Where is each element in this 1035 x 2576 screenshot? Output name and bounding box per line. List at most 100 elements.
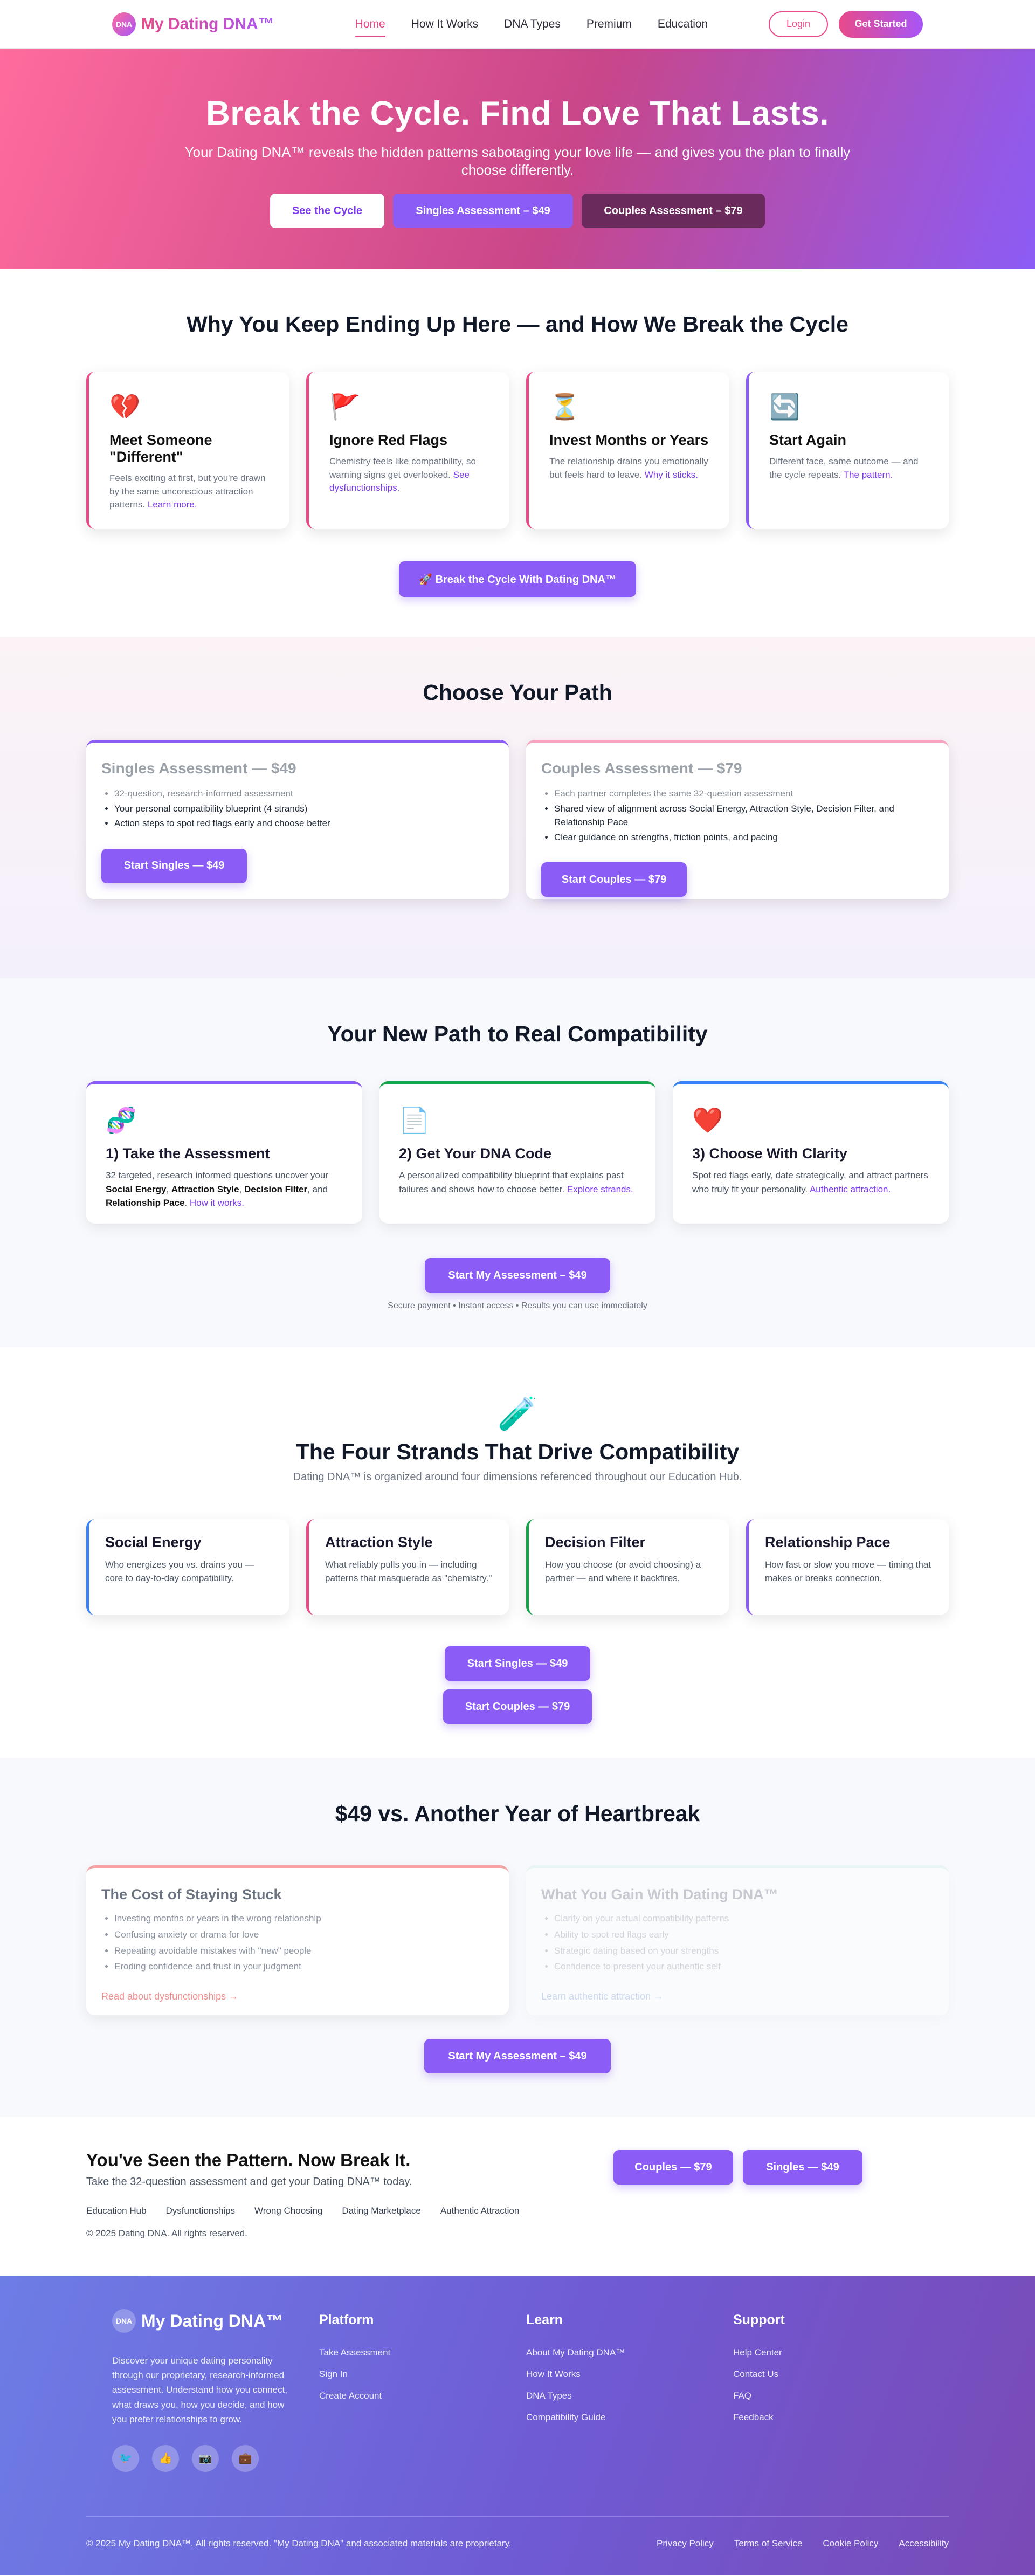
start-couples-button[interactable]: Start Couples — $79 (443, 1689, 592, 1724)
couples-assessment-button[interactable]: Couples Assessment – $79 (582, 194, 765, 228)
footer-link-create-account[interactable]: Create Account (319, 2390, 526, 2401)
newpath-cta-wrap: Start My Assessment – $49 Secure payment… (0, 1258, 1035, 1311)
footer-link-dna-types[interactable]: DNA Types (526, 2390, 733, 2401)
list-item: Action steps to spot red flags early and… (114, 816, 494, 830)
nav-link-education[interactable]: Education (658, 10, 708, 38)
explore-strands-link[interactable]: Explore strands. (567, 1184, 633, 1194)
start-singles-button[interactable]: Start Singles — $49 (445, 1646, 590, 1681)
start-assessment-button[interactable]: Start My Assessment – $49 (424, 2039, 611, 2073)
final-cta-section: You've Seen the Pattern. Now Break It. T… (0, 2117, 1035, 2276)
new-path-section: Your New Path to Real Compatibility 🧬 1)… (0, 978, 1035, 1347)
cookie-policy-link[interactable]: Cookie Policy (823, 2538, 878, 2549)
footer-link-about[interactable]: About My Dating DNA™ (526, 2347, 733, 2358)
repeat-icon: 🔄 (769, 393, 801, 421)
footer-col-title: Learn (526, 2312, 563, 2327)
choose-path-section: Choose Your Path Singles Assessment — $4… (0, 637, 1035, 978)
link-authentic-attraction[interactable]: Authentic Attraction (440, 2206, 519, 2216)
cycle-cta-wrap: 🚀 Break the Cycle With Dating DNA™ (0, 561, 1035, 597)
footer-platform-column: Platform Take Assessment Sign In Create … (319, 2309, 526, 2472)
login-button[interactable]: Login (769, 11, 828, 37)
step-title: 1) Take the Assessment (106, 1145, 270, 1162)
final-cta-buttons: Couples — $79 Singles — $49 (613, 2150, 862, 2188)
link-education-hub[interactable]: Education Hub (86, 2206, 147, 2216)
why-it-sticks-link[interactable]: Why it sticks. (645, 470, 698, 480)
singles-assessment-button[interactable]: Singles Assessment – $49 (393, 194, 573, 228)
accessibility-link[interactable]: Accessibility (899, 2538, 949, 2549)
list-item: Investing months or years in the wrong r… (114, 1911, 494, 1927)
hero-title: Break the Cycle. Find Love That Lasts. (206, 95, 829, 132)
footer-link-help-center[interactable]: Help Center (733, 2347, 940, 2358)
footer-link-compatibility-guide[interactable]: Compatibility Guide (526, 2412, 733, 2423)
strand-social-energy: Social Energy (106, 1184, 167, 1194)
the-pattern-link[interactable]: The pattern. (844, 470, 893, 480)
list-item: Your personal compatibility blueprint (4… (114, 802, 494, 816)
nav-actions: Login Get Started (769, 10, 923, 38)
start-couples-button[interactable]: Start Couples — $79 (541, 862, 687, 897)
dna-icon: 🧬 (106, 1106, 137, 1134)
nav-link-home[interactable]: Home (355, 10, 385, 38)
footer-link-sign-in[interactable]: Sign In (319, 2369, 526, 2380)
learn-more-link[interactable]: Learn more. (148, 499, 197, 510)
strand-card-social-energy: Social Energy Who energizes you vs. drai… (86, 1519, 289, 1615)
document-icon: 📄 (399, 1106, 430, 1134)
step-card-assessment: 🧬 1) Take the Assessment 32 targeted, re… (86, 1081, 362, 1224)
instagram-icon[interactable]: 📷 (192, 2444, 219, 2472)
see-cycle-button[interactable]: See the Cycle (270, 194, 384, 228)
step-body: 32 targeted, research informed questions… (106, 1170, 328, 1180)
link-dysfunctionships[interactable]: Dysfunctionships (166, 2206, 236, 2216)
brand-name: My Dating DNA™ (141, 15, 274, 33)
how-it-works-link[interactable]: How it works. (190, 1198, 244, 1208)
footer-link-take-assessment[interactable]: Take Assessment (319, 2347, 526, 2358)
start-singles-button[interactable]: Start Singles — $49 (101, 848, 247, 883)
strand-card-relationship-pace: Relationship Pace How fast or slow you m… (746, 1519, 949, 1615)
strand-relationship-pace: Relationship Pace (106, 1198, 185, 1208)
cycle-card-text: The relationship drains you emotionally … (549, 455, 712, 482)
hero-cta-group: See the Cycle Singles Assessment – $49 C… (0, 194, 1035, 228)
broken-heart-icon: 💔 (109, 393, 141, 421)
strand-text: Who energizes you vs. drains you — core … (105, 1560, 254, 1583)
terms-link[interactable]: Terms of Service (734, 2538, 803, 2549)
strand-text: What reliably pulls you in — including p… (325, 1560, 492, 1583)
facebook-icon[interactable]: 👍 (152, 2444, 179, 2472)
singles-button[interactable]: Singles — $49 (743, 2150, 862, 2185)
footer-link-faq[interactable]: FAQ (733, 2390, 940, 2401)
footer-copyright: © 2025 My Dating DNA™. All rights reserv… (86, 2538, 512, 2548)
authentic-attraction-link[interactable]: Authentic attraction. (810, 1184, 891, 1194)
twitter-icon[interactable]: 🐦 (112, 2444, 139, 2472)
get-started-button[interactable]: Get Started (839, 10, 923, 38)
list-item: Shared view of alignment across Social E… (554, 802, 934, 829)
footer-link-feedback[interactable]: Feedback (733, 2412, 940, 2423)
singles-plan-card: Singles Assessment — $49 32-question, re… (86, 740, 509, 899)
strand-title: Attraction Style (325, 1534, 433, 1550)
start-assessment-button[interactable]: Start My Assessment – $49 (425, 1258, 610, 1293)
newpath-title: Your New Path to Real Compatibility (327, 1021, 708, 1046)
link-wrong-choosing[interactable]: Wrong Choosing (254, 2206, 322, 2216)
footer-col-title: Platform (319, 2312, 374, 2327)
hero-subtitle: Your Dating DNA™ reveals the hidden patt… (184, 144, 851, 178)
nav-link-how-it-works[interactable]: How It Works (411, 10, 478, 38)
cycle-card-invest: ⏳ Invest Months or Years The relationshi… (526, 372, 729, 529)
break-cycle-button[interactable]: 🚀 Break the Cycle With Dating DNA™ (399, 561, 636, 597)
step-title: 3) Choose With Clarity (692, 1145, 847, 1162)
footer-support-links: Help Center Contact Us FAQ Feedback (733, 2347, 940, 2423)
dna-logo-icon: DNA (112, 12, 136, 36)
read-dysfunctionships-link[interactable]: Read about dysfunctionships → (101, 1991, 494, 2002)
brand-logo-link[interactable]: DNA My Dating DNA™ (112, 12, 274, 36)
footer-link-contact[interactable]: Contact Us (733, 2369, 940, 2380)
couples-button[interactable]: Couples — $79 (613, 2150, 733, 2185)
privacy-policy-link[interactable]: Privacy Policy (657, 2538, 714, 2549)
linkedin-icon[interactable]: 💼 (232, 2444, 259, 2472)
footer-link-how-it-works[interactable]: How It Works (526, 2369, 733, 2380)
top-navbar: DNA My Dating DNA™ Home How It Works DNA… (0, 0, 1035, 49)
path-title: Choose Your Path (423, 680, 612, 705)
link-dating-marketplace[interactable]: Dating Marketplace (342, 2206, 420, 2216)
nav-link-premium[interactable]: Premium (586, 10, 632, 38)
footer-col-title: Support (733, 2312, 785, 2327)
couples-plan-card: Couples Assessment — $79 Each partner co… (526, 740, 949, 899)
cost-cta-wrap: Start My Assessment – $49 (0, 2039, 1035, 2073)
learn-authentic-attraction-link[interactable]: Learn authentic attraction → (541, 1991, 934, 2002)
cycle-cards: 💔 Meet Someone "Different" Feels excitin… (86, 372, 949, 529)
nav-link-dna-types[interactable]: DNA Types (504, 10, 561, 38)
strand-title: Decision Filter (545, 1534, 646, 1550)
list-item: Eroding confidence and trust in your jud… (114, 1959, 494, 1975)
